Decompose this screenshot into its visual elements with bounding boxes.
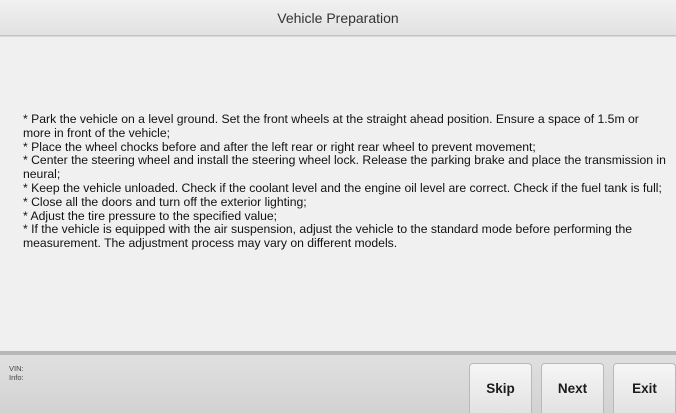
instruction-item: * Adjust the tire pressure to the specif…: [23, 208, 278, 223]
info-label: Info:: [9, 373, 24, 382]
instruction-item: * Center the steering wheel and install …: [23, 153, 666, 182]
instruction-item: * If the vehicle is equipped with the ai…: [23, 222, 633, 251]
footer-bar: VIN: Info: Skip Next Exit: [0, 355, 676, 413]
exit-button[interactable]: Exit: [613, 363, 676, 413]
instruction-item: * Keep the vehicle unloaded. Check if th…: [23, 180, 662, 195]
instructions-list: * Park the vehicle on a level ground. Se…: [23, 112, 668, 251]
vin-label: VIN:: [9, 364, 24, 373]
title-bar: Vehicle Preparation: [0, 0, 676, 36]
instruction-item: * Close all the doors and turn off the e…: [23, 194, 307, 209]
instruction-item: * Park the vehicle on a level ground. Se…: [23, 112, 639, 140]
instructions-panel: * Park the vehicle on a level ground. Se…: [0, 37, 676, 351]
instruction-item: * Place the wheel chocks before and afte…: [23, 139, 536, 154]
page-title: Vehicle Preparation: [277, 9, 399, 26]
next-button[interactable]: Next: [541, 363, 604, 413]
skip-button[interactable]: Skip: [469, 363, 532, 413]
vehicle-info: VIN: Info:: [9, 364, 24, 382]
vehicle-preparation-screen: Vehicle Preparation * Park the vehicle o…: [0, 0, 676, 413]
